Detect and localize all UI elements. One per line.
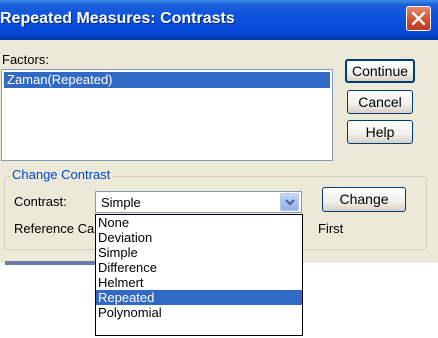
close-button[interactable]: [406, 6, 431, 31]
dropdown-option-helmert[interactable]: Helmert: [96, 275, 302, 290]
chevron-down-icon: [285, 199, 295, 206]
contrast-select-value: Simple: [101, 195, 141, 210]
dropdown-option-none[interactable]: None: [96, 215, 302, 230]
dropdown-option-repeated[interactable]: Repeated: [96, 290, 302, 305]
window-title: Repeated Measures: Contrasts: [0, 10, 235, 27]
contrast-select[interactable]: Simple: [95, 191, 302, 213]
factor-item[interactable]: Zaman(Repeated): [4, 72, 330, 88]
reference-category-label: Reference Ca: [14, 221, 95, 236]
contrast-dropdown-list[interactable]: None Deviation Simple Difference Helmert…: [95, 214, 303, 336]
factors-label: Factors:: [2, 52, 49, 67]
contrast-dropdown-button[interactable]: [280, 193, 299, 211]
change-button[interactable]: Change: [322, 187, 406, 212]
dropdown-option-simple[interactable]: Simple: [96, 245, 302, 260]
cancel-button[interactable]: Cancel: [347, 90, 413, 114]
dropdown-option-polynomial[interactable]: Polynomial: [96, 305, 302, 320]
change-contrast-group-title: Change Contrast: [10, 167, 113, 182]
reference-first-option[interactable]: First: [318, 221, 343, 236]
help-button[interactable]: Help: [347, 120, 413, 144]
continue-button[interactable]: Continue: [345, 59, 415, 83]
title-bar[interactable]: Repeated Measures: Contrasts: [0, 0, 438, 40]
factors-list[interactable]: Zaman(Repeated): [1, 69, 333, 161]
close-icon: [411, 11, 426, 26]
dropdown-option-deviation[interactable]: Deviation: [96, 230, 302, 245]
contrast-label: Contrast:: [14, 194, 67, 209]
dropdown-option-difference[interactable]: Difference: [96, 260, 302, 275]
